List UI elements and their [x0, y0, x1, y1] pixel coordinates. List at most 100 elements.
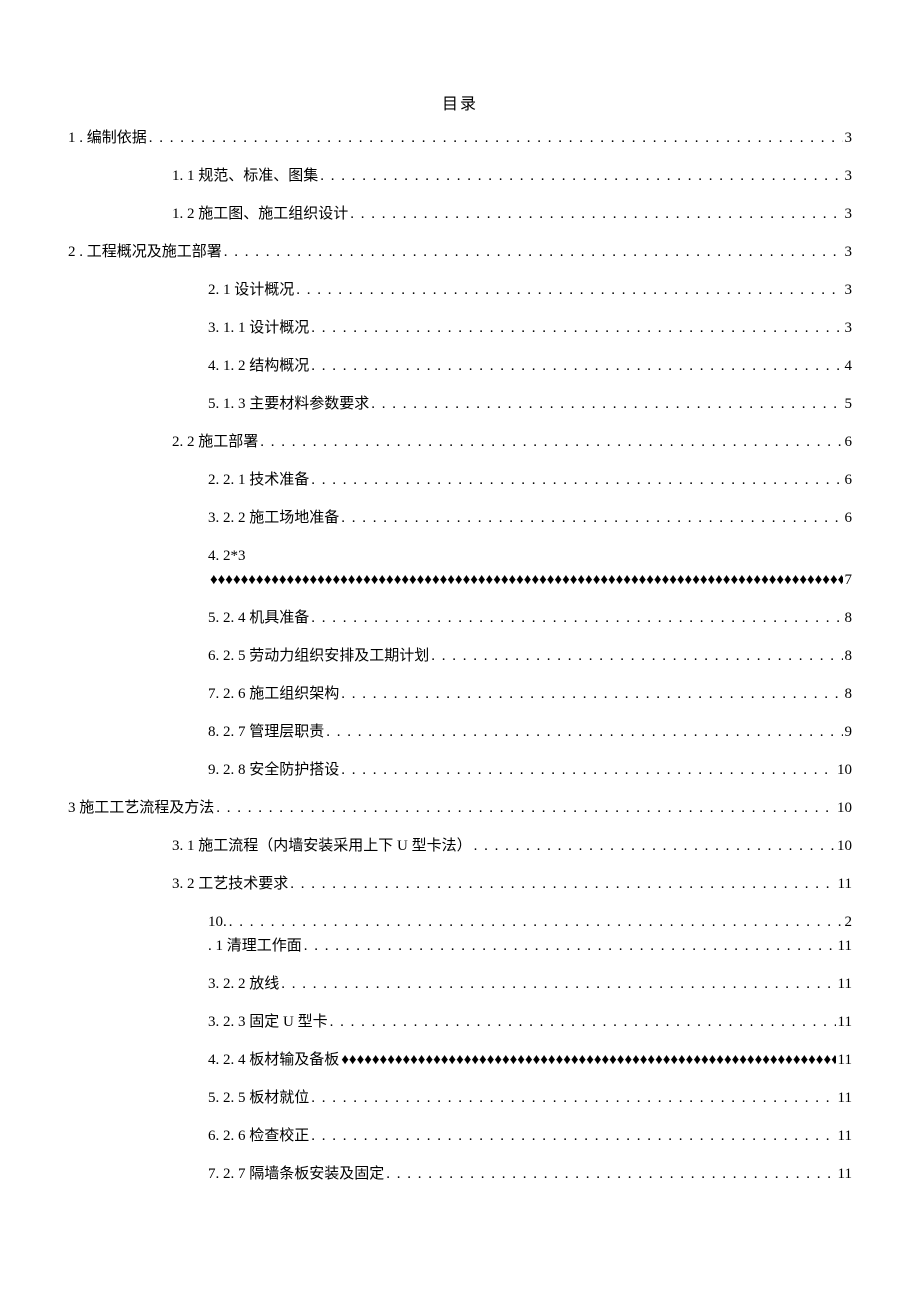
toc-leader	[474, 834, 835, 858]
toc-entry: 8. 2. 7 管理层职责 9	[68, 720, 852, 744]
toc-entry: 9. 2. 8 安全防护搭设 10	[68, 758, 852, 782]
toc-page: 11	[838, 934, 852, 958]
toc-label: 2. 1 设计概况	[208, 278, 294, 302]
toc-page: 3	[845, 278, 853, 302]
toc-entry: 7. 2. 7 隔墙条板安装及固定 11	[68, 1162, 852, 1186]
toc-entry-multiline: 4. 2*3 7	[68, 544, 852, 592]
toc-entry: 2 . 工程概况及施工部署 3	[68, 240, 852, 264]
toc-label: 3 施工工艺流程及方法	[68, 796, 214, 820]
toc-page: 3	[845, 202, 853, 226]
toc-label: 4. 2*3	[208, 544, 852, 568]
toc-entry: 6. 2. 6 检查校正 11	[68, 1124, 852, 1148]
toc-label: 3. 2. 2 施工场地准备	[208, 506, 339, 530]
toc-title: 目录	[68, 90, 852, 114]
toc-leader	[311, 1124, 835, 1148]
toc-label: 4. 1. 2 结构概况	[208, 354, 309, 378]
toc-page: 11	[838, 1124, 852, 1148]
toc-leader	[330, 1010, 836, 1034]
toc-leader	[326, 720, 842, 744]
toc-label: 7. 2. 6 施工组织架构	[208, 682, 339, 706]
toc-entry: 1 . 编制依据 3	[68, 126, 852, 150]
toc-entry: 2. 2. 1 技术准备 6	[68, 468, 852, 492]
toc-entry: 4. 2. 4 板材输及备板 11	[68, 1048, 852, 1072]
toc-label: 5. 1. 3 主要材料参数要求	[208, 392, 369, 416]
toc-page: 11	[838, 1162, 852, 1186]
toc-leader	[341, 682, 842, 706]
toc-leader	[341, 758, 835, 782]
toc-label: 8. 2. 7 管理层职责	[208, 720, 324, 744]
toc-leader-diamond	[341, 1048, 835, 1072]
toc-entry: 3. 2. 2 放线 11	[68, 972, 852, 996]
toc-entry: 6. 2. 5 劳动力组织安排及工期计划 8	[68, 644, 852, 668]
toc-entry: 2. 2 施工部署 6	[68, 430, 852, 454]
toc-page: 3	[845, 126, 853, 150]
toc-page: 7	[845, 568, 853, 592]
toc-leader	[320, 164, 842, 188]
toc-page: 11	[838, 1048, 852, 1072]
toc-leader	[311, 468, 842, 492]
toc-label: 6. 2. 5 劳动力组织安排及工期计划	[208, 644, 429, 668]
toc-leader	[311, 606, 842, 630]
toc-leader	[350, 202, 842, 226]
toc-page: 8	[845, 606, 853, 630]
toc-entry: 5. 2. 5 板材就位 11	[68, 1086, 852, 1110]
document-page: 目录 1 . 编制依据 3 1. 1 规范、标准、图集 3 1. 2 施工图、施…	[0, 0, 920, 1301]
toc-page: 11	[838, 972, 852, 996]
toc-page: 6	[845, 506, 853, 530]
toc-page: 2	[845, 910, 853, 934]
toc-entry: 3. 2. 2 施工场地准备 6	[68, 506, 852, 530]
toc-label: 10.	[208, 910, 227, 934]
toc-page: 5	[845, 392, 853, 416]
toc-label: 1. 1 规范、标准、图集	[172, 164, 318, 188]
toc-leader	[260, 430, 842, 454]
toc-entry: 7. 2. 6 施工组织架构 8	[68, 682, 852, 706]
toc-entry: 5. 2. 4 机具准备 8	[68, 606, 852, 630]
toc-page: 8	[845, 682, 853, 706]
toc-label: 1. 2 施工图、施工组织设计	[172, 202, 348, 226]
toc-page: 6	[845, 430, 853, 454]
toc-label: 4. 2. 4 板材输及备板	[208, 1048, 339, 1072]
toc-page: 10	[837, 834, 852, 858]
toc-label: 3. 2. 2 放线	[208, 972, 279, 996]
toc-entry: 3. 2. 3 固定 U 型卡 11	[68, 1010, 852, 1034]
toc-label: 9. 2. 8 安全防护搭设	[208, 758, 339, 782]
toc-entry: 3 施工工艺流程及方法 10	[68, 796, 852, 820]
toc-entry: 1. 2 施工图、施工组织设计 3	[68, 202, 852, 226]
toc-leader	[371, 392, 842, 416]
toc-label: 3. 2 工艺技术要求	[172, 872, 288, 896]
toc-page: 11	[838, 1010, 852, 1034]
toc-label: 3. 1. 1 设计概况	[208, 316, 309, 340]
toc-page: 9	[845, 720, 853, 744]
toc-entry: 3. 1 施工流程（内墙安装采用上下 U 型卡法） 10	[68, 834, 852, 858]
toc-leader	[296, 278, 842, 302]
toc-page: 3	[845, 164, 853, 188]
toc-leader	[281, 972, 835, 996]
toc-page: 10	[837, 796, 852, 820]
toc-leader	[386, 1162, 835, 1186]
toc-entry: 4. 1. 2 结构概况 4	[68, 354, 852, 378]
toc-label: 5. 2. 5 板材就位	[208, 1086, 309, 1110]
toc-label: 6. 2. 6 检查校正	[208, 1124, 309, 1148]
toc-label: 3. 1 施工流程（内墙安装采用上下 U 型卡法）	[172, 834, 472, 858]
toc-page: 8	[845, 644, 853, 668]
toc-entry: 2. 1 设计概况 3	[68, 278, 852, 302]
toc-leader	[216, 796, 835, 820]
toc-page: 11	[838, 1086, 852, 1110]
toc-page: 4	[845, 354, 853, 378]
toc-entry: 3. 1. 1 设计概况 3	[68, 316, 852, 340]
toc-leader	[311, 316, 842, 340]
toc-label: 3. 2. 3 固定 U 型卡	[208, 1010, 328, 1034]
toc-entry: 3. 2 工艺技术要求 11	[68, 872, 852, 896]
toc-leader	[149, 126, 843, 150]
toc-leader	[229, 910, 843, 934]
toc-entry: 5. 1. 3 主要材料参数要求 5	[68, 392, 852, 416]
toc-page: 11	[838, 872, 852, 896]
toc-leader-diamond	[210, 568, 843, 592]
toc-label: 7. 2. 7 隔墙条板安装及固定	[208, 1162, 384, 1186]
toc-leader	[304, 934, 836, 958]
toc-leader	[431, 644, 842, 668]
toc-label: 5. 2. 4 机具准备	[208, 606, 309, 630]
toc-entry-multiline: 10. 2 . 1 清理工作面 11	[68, 910, 852, 958]
toc-page: 3	[845, 316, 853, 340]
toc-label: 2. 2 施工部署	[172, 430, 258, 454]
